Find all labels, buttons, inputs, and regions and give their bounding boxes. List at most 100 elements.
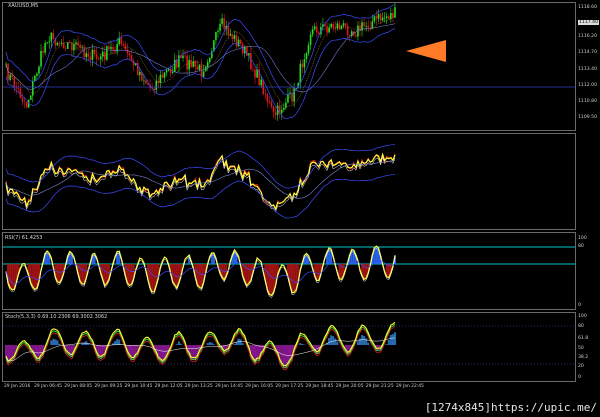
candle-body: [365, 25, 367, 27]
candle-body: [231, 34, 234, 40]
candle-body: [264, 94, 267, 95]
time-axis-label: 29 Jan 22:45: [396, 384, 424, 389]
stoch-hist-bar: [175, 344, 178, 345]
candle-body: [190, 60, 193, 67]
candle-body: [122, 43, 125, 46]
candle-body: [34, 75, 36, 81]
rsi-hist-bar: [9, 264, 12, 288]
candle-body: [280, 109, 283, 114]
stoch-hist-bar: [206, 343, 209, 345]
candle-body: [95, 53, 98, 59]
candle-body: [66, 42, 69, 49]
candle-body: [219, 23, 221, 31]
candle-body: [379, 14, 382, 21]
candle-body: [110, 46, 112, 49]
candle-body: [101, 51, 104, 57]
candle-body: [161, 74, 164, 78]
stoch-hist-bar: [118, 339, 121, 345]
rsi-hist-bar: [173, 264, 176, 285]
stoch-hist-bar: [235, 342, 238, 345]
stoch-hist-bar: [56, 340, 59, 345]
symbol-label: XAUUSD,M5: [8, 3, 39, 9]
candle-body: [291, 92, 293, 102]
candle-body: [223, 18, 225, 29]
candle-body: [188, 60, 190, 70]
candle-body: [385, 16, 388, 18]
candle-body: [126, 49, 129, 54]
candle-body: [215, 32, 217, 41]
candle-body: [56, 42, 59, 46]
candle-body: [338, 23, 341, 30]
stoch-hist-bar: [50, 340, 53, 345]
price-label: 1113.40: [578, 67, 597, 72]
candle-body: [64, 48, 67, 49]
candle-body: [75, 42, 77, 45]
price-marker-arrow: [406, 40, 446, 62]
candle-body: [266, 94, 269, 102]
candle-body: [217, 30, 219, 33]
stoch-hist-bar: [328, 338, 331, 345]
rsi-hist-bar: [198, 264, 201, 288]
candle-body: [363, 22, 365, 27]
candle-body: [108, 46, 110, 49]
price-label: 1109.50: [578, 115, 597, 120]
stoch-hist-bar: [81, 343, 84, 345]
candle-body: [301, 63, 304, 68]
candle-body: [130, 55, 133, 61]
stoch-title: Stoch(5,3,3) 0.69.10 2306 69.3002.3062: [5, 314, 108, 320]
stoch-label: 38.2: [578, 355, 589, 360]
candle-body: [375, 16, 378, 19]
candle-body: [91, 49, 94, 60]
stoch-hist-bar: [334, 338, 337, 345]
candle-body: [330, 24, 332, 28]
rsi-hist-bar: [128, 264, 131, 286]
candle-body: [52, 32, 55, 39]
candle-body: [48, 41, 51, 43]
moving-average-slow: [5, 23, 396, 93]
time-axis-label: 29 Jan 12:05: [154, 384, 183, 389]
candle-body: [344, 23, 347, 26]
candle-body: [309, 34, 312, 45]
rsi-hist-bar: [58, 264, 61, 283]
rsi-hist-bar: [81, 264, 84, 284]
candle-body: [303, 59, 306, 68]
candle-body: [23, 101, 26, 103]
stoch-hist-bar: [208, 342, 211, 345]
stoch-hist-bar: [177, 341, 180, 345]
candle-body: [315, 26, 318, 33]
candle-body: [342, 23, 345, 26]
candle-body: [182, 55, 184, 59]
candle-body: [163, 72, 166, 78]
candle-body: [62, 42, 65, 49]
stoch-hist-bar: [58, 343, 61, 345]
time-axis-label: 29 Jan 10:45: [124, 384, 153, 389]
stoch-label: 0: [578, 375, 581, 380]
candle-body: [58, 42, 61, 44]
candle-body: [106, 46, 108, 60]
candle-body: [81, 47, 83, 49]
candle-body: [221, 18, 223, 24]
stoch-hist-bar: [377, 345, 380, 351]
candle-body: [153, 88, 155, 91]
candle-body: [46, 42, 48, 43]
time-axis-label: 29 Jan 13:25: [184, 384, 213, 389]
candle-body: [387, 16, 390, 20]
candle-body: [87, 53, 90, 57]
candle-body: [194, 61, 197, 67]
candle-body: [155, 80, 158, 91]
candle-body: [25, 102, 28, 108]
candle-body: [198, 64, 201, 70]
candle-body: [40, 50, 42, 67]
band-upper: [5, 3, 396, 95]
stoch-label: 100: [578, 314, 587, 319]
candle-body: [206, 62, 209, 67]
price-label: 1110.80: [578, 99, 597, 104]
indicator2-layer: [5, 143, 396, 219]
stoch-hist-bar: [299, 343, 302, 345]
candle-body: [307, 44, 310, 54]
time-axis-label: 29 Jan 14:45: [215, 384, 243, 389]
candle-body: [83, 47, 86, 58]
rsi-hist-bar: [270, 264, 273, 296]
rsi-title: RSI(7) 61.4253: [5, 235, 43, 241]
candle-body: [326, 26, 328, 33]
